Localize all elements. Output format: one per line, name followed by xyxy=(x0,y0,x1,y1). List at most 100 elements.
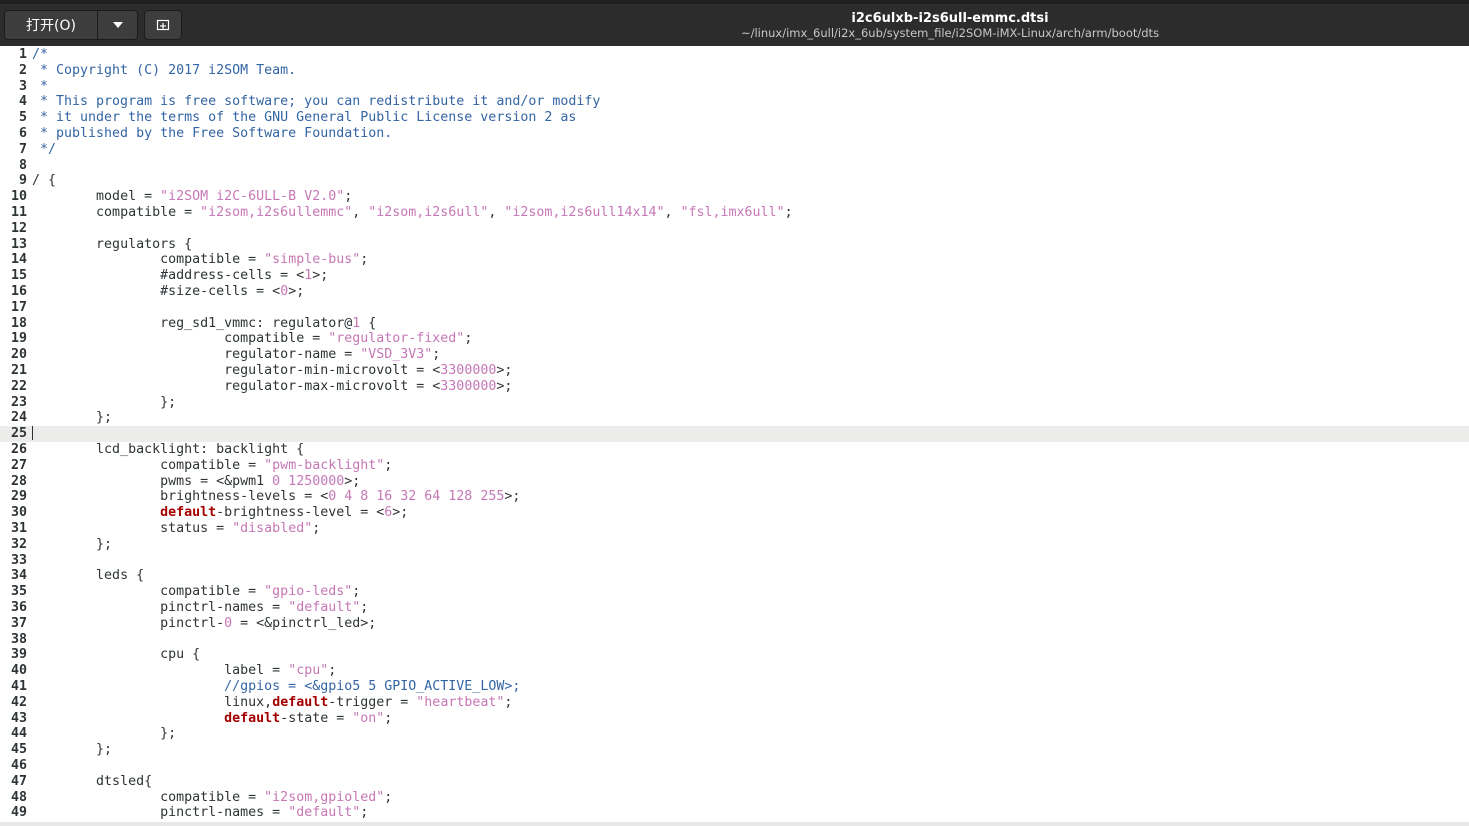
code-line[interactable]: 45 }; xyxy=(0,742,1469,758)
code-line[interactable]: 13 regulators { xyxy=(0,237,1469,253)
line-code: * xyxy=(32,79,48,95)
code-token-text: ; xyxy=(352,584,361,600)
code-line[interactable]: 44 }; xyxy=(0,726,1469,742)
code-token-text: compatible = xyxy=(32,252,265,268)
code-token-text: regulator-min-microvolt = < xyxy=(32,363,441,378)
code-line[interactable]: 5 * it under the terms of the GNU Genera… xyxy=(0,110,1469,126)
code-token-string: "default" xyxy=(288,805,361,821)
code-line[interactable]: 20 regulator-name = "VSD_3V3"; xyxy=(0,347,1469,363)
code-line[interactable]: 10 model = "i2SOM i2C-6ULL-B V2.0"; xyxy=(0,189,1469,205)
code-line[interactable]: 26 lcd_backlight: backlight { xyxy=(0,442,1469,458)
window-title: i2c6ulxb-i2s6ull-emmc.dtsi xyxy=(851,11,1049,26)
code-token-string: "i2som,gpioled" xyxy=(264,789,385,805)
code-line[interactable]: 40 label = "cpu"; xyxy=(0,663,1469,679)
code-line[interactable]: 32 }; xyxy=(0,537,1469,553)
code-line[interactable]: 41 //gpios = <&gpio5 5 GPIO_ACTIVE_LOW>; xyxy=(0,679,1469,695)
line-code: cpu { xyxy=(32,647,200,663)
code-line[interactable]: 25 xyxy=(0,426,1469,442)
code-token-string: "cpu" xyxy=(288,663,329,679)
code-line[interactable]: 28 pwms = <&pwm1 0 1250000>; xyxy=(0,474,1469,490)
code-line[interactable]: 9 / { xyxy=(0,173,1469,189)
line-number: 27 xyxy=(10,457,27,473)
code-token-comment: /* xyxy=(32,47,49,62)
code-token-text: linux, xyxy=(32,694,273,710)
code-token-string: "i2som,i2s6ull" xyxy=(368,205,489,220)
code-line[interactable]: 17 xyxy=(0,300,1469,316)
line-code: pinctrl-names = "default"; xyxy=(32,805,368,821)
code-line[interactable]: 49 pinctrl-names = "default"; xyxy=(0,805,1469,821)
code-line[interactable]: 30 default-brightness-level = <6>; xyxy=(0,505,1469,521)
code-line[interactable]: 46 xyxy=(0,758,1469,774)
line-number: 33 xyxy=(10,552,27,568)
code-token-number: 0 xyxy=(224,615,233,631)
code-editor[interactable]: 1/* 2 * Copyright (C) 2017 i2SOM Team. 3 *… xyxy=(0,46,1469,822)
code-token-string: "VSD_3V3" xyxy=(360,347,433,363)
line-code: linux,default-trigger = "heartbeat"; xyxy=(32,695,512,711)
code-line[interactable]: 8 xyxy=(0,158,1469,174)
line-code: label = "cpu"; xyxy=(32,663,336,679)
code-line[interactable]: 4 * This program is free software; you c… xyxy=(0,94,1469,110)
code-token-text: pinctrl-names = xyxy=(32,805,289,821)
code-token-text: , xyxy=(664,205,681,220)
code-token-text: ; xyxy=(384,789,393,805)
code-line[interactable]: 12 xyxy=(0,221,1469,237)
code-line[interactable]: 35 compatible = "gpio-leds"; xyxy=(0,584,1469,600)
code-line[interactable]: 29 brightness-levels = <0 4 8 16 32 64 1… xyxy=(0,489,1469,505)
code-line[interactable]: 31 status = "disabled"; xyxy=(0,521,1469,537)
line-number: 10 xyxy=(10,189,27,205)
code-line[interactable]: 43 default-state = "on"; xyxy=(0,711,1469,727)
code-line[interactable]: 27 compatible = "pwm-backlight"; xyxy=(0,458,1469,474)
code-line[interactable]: 1 /* xyxy=(0,47,1469,63)
code-line[interactable]: 11 compatible = "i2som,i2s6ullemmc", "i2… xyxy=(0,205,1469,221)
code-line[interactable]: 23 }; xyxy=(0,395,1469,411)
text-cursor xyxy=(32,426,33,441)
code-line[interactable]: 39 cpu { xyxy=(0,647,1469,663)
code-line[interactable]: 33 xyxy=(0,553,1469,569)
code-line[interactable]: 18 reg_sd1_vmmc: regulator@1 { xyxy=(0,316,1469,332)
code-token-text: pinctrl- xyxy=(32,615,225,631)
line-number: 35 xyxy=(10,584,27,600)
code-line[interactable]: 22 regulator-max-microvolt = <3300000>; xyxy=(0,379,1469,395)
line-code: lcd_backlight: backlight { xyxy=(32,442,304,458)
code-line[interactable]: 37 pinctrl-0 = <&pinctrl_led>; xyxy=(0,616,1469,632)
open-button-group[interactable]: 打开(O) xyxy=(4,10,138,40)
code-line[interactable]: 47 dtsled{ xyxy=(0,774,1469,790)
line-number: 36 xyxy=(10,600,27,615)
code-line[interactable]: 15 #address-cells = <1>; xyxy=(0,268,1469,284)
line-number: 3 xyxy=(18,78,27,94)
code-line[interactable]: 42 linux,default-trigger = "heartbeat"; xyxy=(0,695,1469,711)
line-number: 37 xyxy=(10,615,27,631)
code-token-text: #size-cells = < xyxy=(32,284,281,299)
code-line[interactable]: 3 * xyxy=(0,79,1469,95)
code-token-comment: * This program is free software; you can… xyxy=(32,94,601,110)
open-button[interactable]: 打开(O) xyxy=(5,11,98,39)
code-line[interactable]: 38 xyxy=(0,632,1469,648)
new-tab-icon xyxy=(156,19,170,31)
line-number: 49 xyxy=(10,805,27,821)
code-token-comment: * it under the terms of the GNU General … xyxy=(32,110,577,126)
code-token-text: compatible = xyxy=(32,789,265,805)
line-number: 22 xyxy=(10,378,27,394)
code-line[interactable]: 36 pinctrl-names = "default"; xyxy=(0,600,1469,616)
line-code: regulator-min-microvolt = <3300000>; xyxy=(32,363,512,379)
code-token-text: ; xyxy=(384,710,393,726)
code-line[interactable]: 2 * Copyright (C) 2017 i2SOM Team. xyxy=(0,63,1469,79)
code-token-text: >; xyxy=(496,378,513,394)
code-token-text: >; xyxy=(392,505,409,521)
code-line[interactable]: 16 #size-cells = <0>; xyxy=(0,284,1469,300)
code-token-text: ; xyxy=(344,189,353,205)
code-line[interactable]: 7 */ xyxy=(0,142,1469,158)
code-line[interactable]: 14 compatible = "simple-bus"; xyxy=(0,252,1469,268)
open-dropdown-button[interactable] xyxy=(98,11,137,39)
code-line[interactable]: 34 leds { xyxy=(0,568,1469,584)
code-line[interactable]: 24 }; xyxy=(0,410,1469,426)
code-token-comment: * published by the Free Software Foundat… xyxy=(32,126,393,141)
code-line[interactable]: 48 compatible = "i2som,gpioled"; xyxy=(0,790,1469,806)
code-line[interactable]: 19 compatible = "regulator-fixed"; xyxy=(0,331,1469,347)
line-code: * This program is free software; you can… xyxy=(32,94,600,110)
new-tab-button[interactable] xyxy=(144,10,182,40)
code-line[interactable]: 6 * published by the Free Software Found… xyxy=(0,126,1469,142)
line-number: 34 xyxy=(10,568,27,584)
code-line[interactable]: 21 regulator-min-microvolt = <3300000>; xyxy=(0,363,1469,379)
